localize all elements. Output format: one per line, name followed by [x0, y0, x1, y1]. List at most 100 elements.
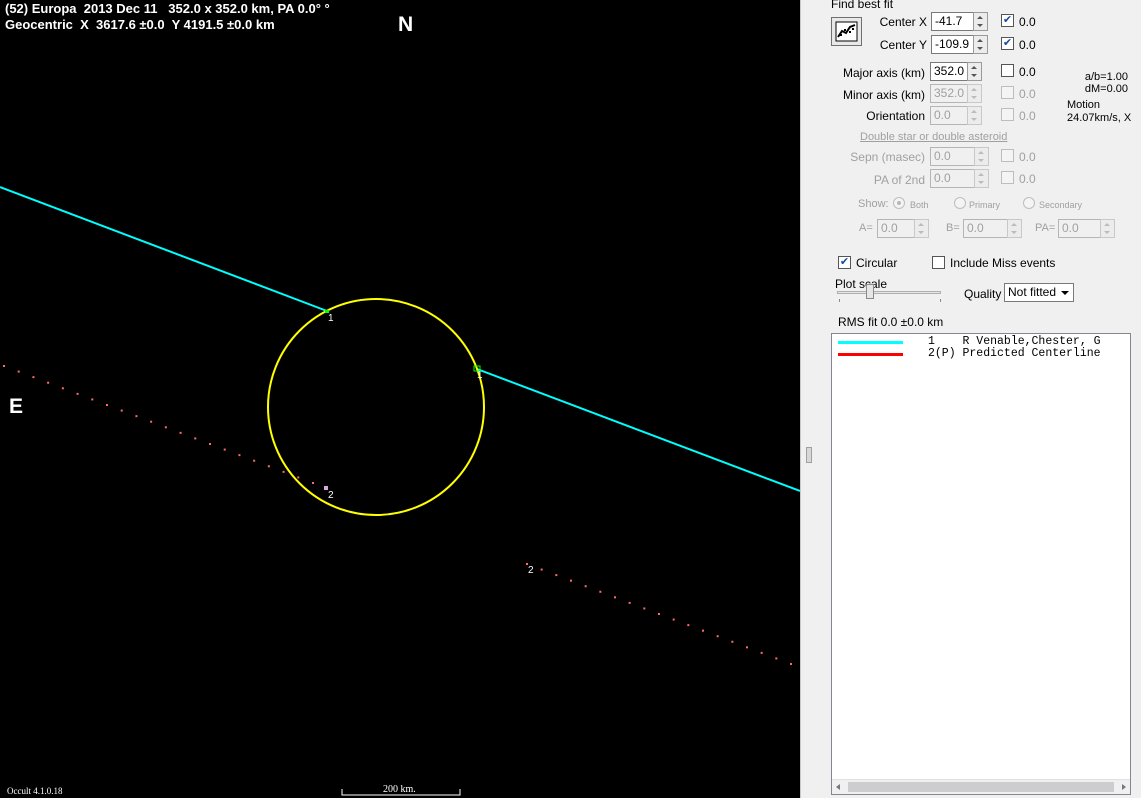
b-label: B= — [946, 222, 960, 234]
pa2nd-label: PA of 2nd — [873, 173, 925, 187]
plot-scale-slider-thumb[interactable] — [866, 284, 874, 299]
chart-fit-icon — [835, 21, 858, 42]
predicted-dot — [91, 398, 94, 401]
b-spinner[interactable] — [1007, 219, 1022, 238]
predicted-dot — [238, 454, 241, 457]
plot-title: (52) Europa 2013 Dec 11 352.0 x 352.0 km… — [5, 1, 330, 16]
plot-canvas — [0, 186, 800, 796]
sepn-spinner[interactable] — [974, 147, 989, 166]
minor-axis-fit-checkbox[interactable] — [1001, 86, 1014, 99]
predicted-dot — [658, 613, 660, 615]
pa-input[interactable]: 0.0 — [1058, 219, 1101, 238]
version-label: Occult 4.1.0.18 — [7, 786, 63, 796]
motion-value: 24.07km/s, X — [1067, 112, 1132, 124]
sepn-fit-checkbox[interactable] — [1001, 149, 1014, 162]
orientation-uncertainty: 0.0 — [1019, 109, 1036, 123]
center-x-label: Center X — [879, 15, 927, 29]
pa-spinner[interactable] — [1100, 219, 1115, 238]
predicted-dot — [584, 585, 587, 588]
show-primary-radio[interactable] — [954, 197, 966, 209]
predicted-dot — [312, 482, 314, 484]
center-y-input[interactable]: -109.9 — [931, 35, 974, 54]
show-label: Show: — [858, 198, 889, 210]
dm-value: dM=0.00 — [1084, 83, 1128, 95]
find-best-fit-button[interactable] — [831, 17, 862, 46]
b-input[interactable]: 0.0 — [963, 219, 1008, 238]
list-item-text: 2(P) Predicted Centerline — [928, 347, 1101, 360]
list-item-color-swatch — [838, 353, 903, 356]
orientation-fit-checkbox[interactable] — [1001, 108, 1014, 121]
predicted-dot — [540, 568, 543, 571]
pa2nd-fit-checkbox[interactable] — [1001, 171, 1014, 184]
chord-label: 2 — [528, 565, 534, 576]
splitter[interactable] — [800, 0, 822, 798]
plot-scale-slider-ticks — [839, 299, 941, 302]
occultation-plot[interactable]: (52) Europa 2013 Dec 11 352.0 x 352.0 km… — [0, 0, 800, 798]
pa-label: PA= — [1035, 222, 1056, 234]
quality-select-value: Not fitted — [1008, 285, 1057, 299]
sepn-uncertainty: 0.0 — [1019, 150, 1036, 164]
predicted-dot — [179, 431, 182, 434]
list-item[interactable]: 2(P) Predicted Centerline — [832, 347, 1130, 360]
chord-1-line — [0, 186, 328, 312]
orientation-spinner[interactable] — [967, 106, 982, 125]
show-secondary-label: Secondary — [1039, 200, 1083, 210]
predicted-dot — [194, 437, 197, 440]
chord-1-line — [476, 368, 800, 492]
show-both-radio[interactable] — [893, 197, 905, 209]
ab-ratio: a/b=1.00 — [1084, 71, 1128, 83]
scrollbar-thumb[interactable] — [848, 782, 1114, 792]
predicted-dot — [775, 657, 778, 660]
predicted-dot — [3, 365, 5, 367]
find-best-fit-label: Find best fit — [831, 0, 894, 11]
center-y-spinner[interactable] — [973, 35, 988, 54]
a-spinner[interactable] — [914, 219, 929, 238]
predicted-dot — [790, 663, 792, 665]
scroll-left-icon[interactable] — [836, 784, 840, 790]
major-axis-spinner[interactable] — [967, 62, 982, 81]
center-y-label: Center Y — [879, 38, 927, 52]
show-secondary-radio[interactable] — [1023, 197, 1035, 209]
center-x-input[interactable]: -41.7 — [931, 12, 974, 31]
sepn-input[interactable]: 0.0 — [930, 147, 975, 166]
plot-scale-slider-track[interactable] — [837, 291, 941, 294]
orientation-input[interactable]: 0.0 — [930, 106, 968, 125]
center-y-fit-checkbox[interactable]: ✔ — [1001, 37, 1014, 50]
predicted-dot — [746, 646, 748, 649]
scale-bar-label: 200 km. — [383, 784, 416, 795]
plot-scale-label: Plot scale — [835, 277, 888, 291]
chord-label: 1 — [328, 313, 334, 324]
minor-axis-spinner[interactable] — [967, 84, 982, 103]
predicted-dot — [716, 635, 719, 638]
center-x-fit-checkbox[interactable]: ✔ — [1001, 14, 1014, 27]
predicted-dot — [731, 640, 734, 643]
minor-axis-input[interactable]: 352.0 — [930, 84, 968, 103]
list-item-color-swatch — [838, 341, 903, 344]
a-input[interactable]: 0.0 — [877, 219, 915, 238]
splitter-grip[interactable] — [806, 447, 812, 463]
predicted-dot — [76, 392, 79, 395]
predicted-dot — [135, 415, 138, 418]
major-axis-uncertainty: 0.0 — [1019, 65, 1036, 79]
predicted-dot — [209, 443, 211, 445]
include-miss-checkbox[interactable] — [932, 256, 945, 269]
circular-checkbox[interactable]: ✔ — [838, 256, 851, 269]
scroll-right-icon[interactable] — [1122, 784, 1126, 790]
predicted-dot — [17, 370, 20, 373]
east-label: E — [9, 395, 24, 418]
chord-list[interactable]: 1 R Venable,Chester, G 2(P) Predicted Ce… — [831, 333, 1131, 795]
predicted-dot — [687, 624, 690, 627]
double-star-link[interactable]: Double star or double asteroid — [860, 131, 1007, 143]
pa2nd-input[interactable]: 0.0 — [930, 169, 975, 188]
predicted-dot — [628, 601, 631, 604]
predicted-dot — [47, 381, 50, 384]
predicted-dot — [32, 376, 35, 379]
quality-select[interactable]: Not fitted — [1004, 283, 1074, 302]
predicted-dot — [672, 618, 675, 621]
minor-axis-label: Minor axis (km) — [842, 88, 925, 102]
major-axis-fit-checkbox[interactable] — [1001, 64, 1014, 77]
center-x-spinner[interactable] — [973, 12, 988, 31]
pa2nd-spinner[interactable] — [974, 169, 989, 188]
horizontal-scrollbar[interactable] — [832, 779, 1130, 794]
major-axis-input[interactable]: 352.0 — [930, 62, 968, 81]
